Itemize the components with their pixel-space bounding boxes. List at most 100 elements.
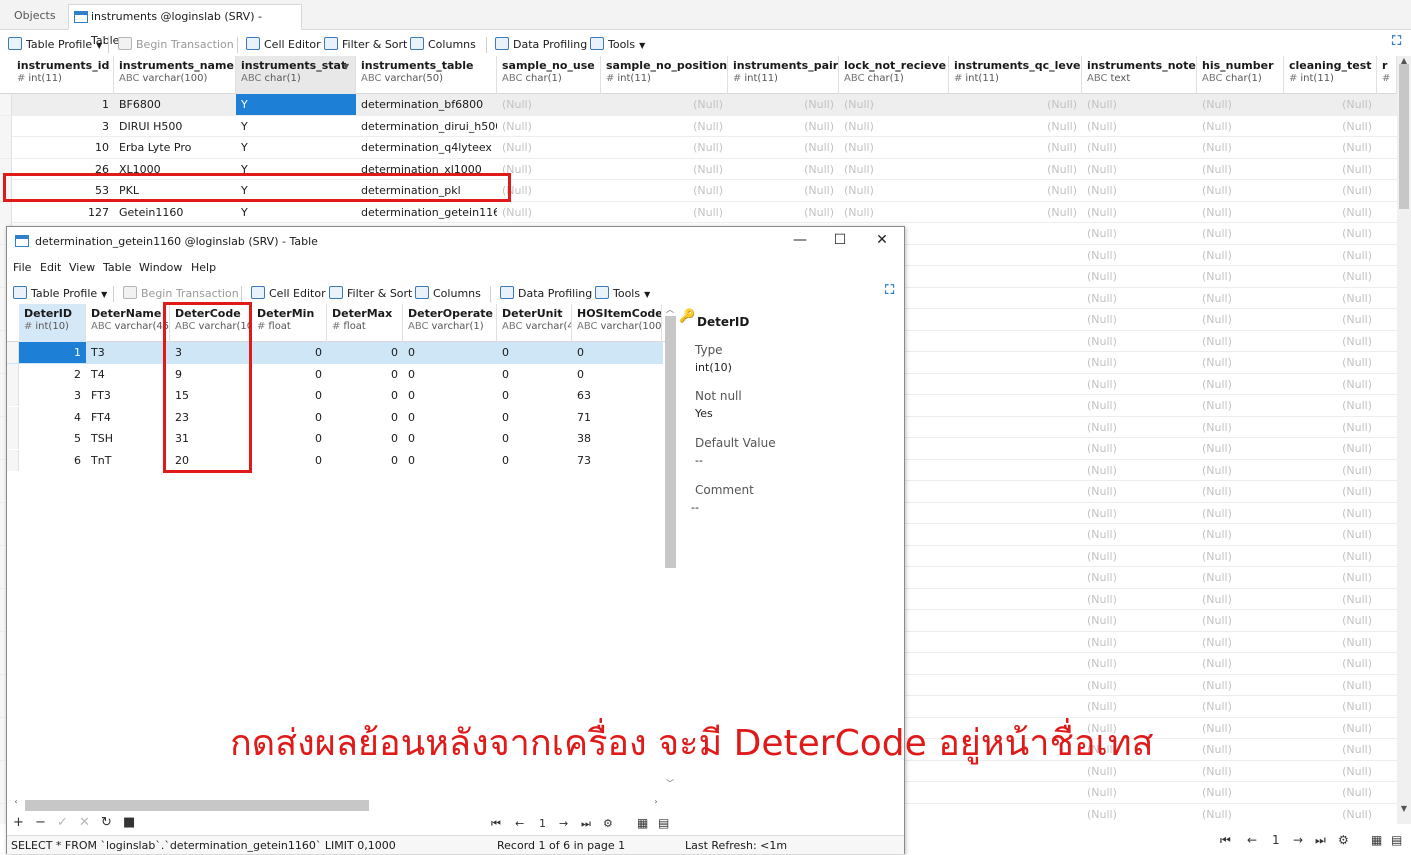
table-cell[interactable]: determination_dirui_h500 bbox=[356, 116, 497, 137]
menu-help[interactable]: Help bbox=[191, 261, 216, 274]
table-cell[interactable]: (Null) bbox=[1284, 288, 1377, 309]
next-page-icon[interactable]: → bbox=[559, 817, 568, 830]
table-row[interactable]: 3 FT3 15 0 0 0 0 63 bbox=[7, 385, 663, 407]
expand-icon[interactable]: ⛶ bbox=[1392, 34, 1401, 49]
column-header[interactable]: DeterUnitABCvarchar(45) bbox=[497, 304, 572, 342]
table-cell[interactable]: 73 bbox=[572, 450, 662, 471]
row-header[interactable] bbox=[0, 115, 12, 137]
table-cell[interactable]: 6 bbox=[19, 450, 86, 471]
table-cell[interactable]: (Null) bbox=[1284, 137, 1377, 158]
minimize-icon[interactable]: — bbox=[785, 232, 815, 248]
table-cell[interactable]: (Null) bbox=[601, 94, 728, 115]
table-cell[interactable]: T4 bbox=[86, 364, 170, 385]
table-cell[interactable]: 0 bbox=[327, 450, 403, 471]
table-cell[interactable]: TSH bbox=[86, 428, 170, 449]
table-cell[interactable]: 0 bbox=[403, 385, 497, 406]
table-cell[interactable]: (Null) bbox=[1284, 309, 1377, 330]
menu-window[interactable]: Window bbox=[139, 261, 182, 274]
table-cell[interactable]: (Null) bbox=[1284, 159, 1377, 180]
table-cell[interactable]: Getein1160 bbox=[114, 202, 236, 223]
column-header[interactable]: DeterID # int(10) bbox=[19, 304, 86, 342]
table-cell[interactable]: determination_bf6800 bbox=[356, 94, 497, 115]
table-cell[interactable]: 0 bbox=[403, 407, 497, 428]
table-cell[interactable]: (Null) bbox=[1082, 417, 1197, 438]
table-cell[interactable]: (Null) bbox=[1082, 589, 1197, 610]
table-cell[interactable]: (Null) bbox=[1284, 266, 1377, 287]
table-cell[interactable]: (Null) bbox=[1082, 137, 1197, 158]
table-cell[interactable]: 0 bbox=[327, 385, 403, 406]
filter-sort-button[interactable]: Filter & Sort bbox=[329, 284, 412, 304]
column-header[interactable]: DeterMax # float bbox=[327, 304, 403, 342]
table-cell[interactable]: 0 bbox=[252, 428, 327, 449]
table-cell[interactable]: (Null) bbox=[1284, 116, 1377, 137]
table-cell[interactable]: (Null) bbox=[1197, 309, 1284, 330]
table-cell[interactable]: 3 bbox=[12, 116, 114, 137]
table-cell[interactable]: 0 bbox=[497, 385, 572, 406]
table-cell[interactable]: 3 bbox=[19, 385, 86, 406]
table-cell[interactable]: (Null) bbox=[1197, 524, 1284, 545]
table-cell[interactable]: (Null) bbox=[1197, 546, 1284, 567]
table-row[interactable]: 4 FT4 23 0 0 0 0 71 bbox=[7, 406, 663, 429]
row-header[interactable] bbox=[7, 428, 19, 449]
row-header[interactable] bbox=[7, 406, 19, 428]
table-cell[interactable]: (Null) bbox=[1082, 567, 1197, 588]
column-header[interactable]: HOSItemCode ABC varchar(100) bbox=[572, 304, 662, 342]
table-cell[interactable]: 1 bbox=[12, 94, 114, 115]
table-cell[interactable]: (Null) bbox=[601, 116, 728, 137]
table-cell[interactable]: (Null) bbox=[1284, 782, 1377, 803]
table-cell[interactable]: BF6800 bbox=[114, 94, 236, 115]
begin-transaction-button[interactable]: Begin Transaction bbox=[123, 284, 239, 304]
table-cell[interactable]: (Null) bbox=[1197, 288, 1284, 309]
table-cell[interactable]: (Null) bbox=[601, 159, 728, 180]
table-cell[interactable]: (Null) bbox=[1197, 180, 1284, 201]
table-cell[interactable]: (Null) bbox=[1197, 266, 1284, 287]
scroll-up-icon[interactable]: ︿ bbox=[663, 304, 677, 315]
table-cell[interactable]: (Null) bbox=[1082, 675, 1197, 696]
table-cell[interactable]: (Null) bbox=[1284, 589, 1377, 610]
table-cell[interactable]: (Null) bbox=[601, 180, 728, 201]
last-page-icon[interactable]: ⏭ bbox=[581, 817, 591, 831]
table-cell[interactable]: determination_q4lyteex bbox=[356, 137, 497, 158]
table-cell[interactable]: (Null) bbox=[1082, 481, 1197, 502]
table-row[interactable]: 1 BF6800 Ydetermination_bf6800 (Null) (Null)… bbox=[0, 94, 1397, 116]
table-row[interactable]: 10 Erba Lyte Pro Ydetermination_q4lyteex (N… bbox=[0, 137, 1397, 159]
table-cell[interactable]: (Null) bbox=[1082, 159, 1197, 180]
scroll-down-icon[interactable]: ▼ bbox=[1397, 804, 1411, 813]
table-cell[interactable]: (Null) bbox=[1082, 782, 1197, 803]
table-cell[interactable]: 0 bbox=[497, 428, 572, 449]
table-cell[interactable]: (Null) bbox=[1284, 546, 1377, 567]
table-cell[interactable]: (Null) bbox=[1197, 159, 1284, 180]
table-cell[interactable]: (Null) bbox=[1284, 761, 1377, 782]
table-cell[interactable]: 0 bbox=[252, 385, 327, 406]
column-header[interactable]: instruments_pair # int(11) bbox=[728, 56, 839, 94]
table-row[interactable]: 3 DIRUI H500 Ydetermination_dirui_h500 (Nul… bbox=[0, 115, 1397, 137]
first-page-icon[interactable]: ⏮ bbox=[1220, 833, 1231, 848]
table-cell[interactable]: (Null) bbox=[1284, 503, 1377, 524]
table-cell[interactable]: (Null) bbox=[497, 180, 601, 201]
table-row[interactable]: 127 Getein1160 Ydetermination_getein1160 (N… bbox=[0, 201, 1397, 223]
table-cell[interactable]: (Null) bbox=[1197, 331, 1284, 352]
column-header[interactable]: instruments_name ABC varchar(100) bbox=[114, 56, 236, 94]
menu-view[interactable]: View bbox=[69, 261, 95, 274]
columns-button[interactable]: Columns bbox=[410, 35, 476, 55]
table-cell[interactable]: 0 bbox=[327, 342, 403, 363]
table-cell[interactable]: (Null) bbox=[1284, 460, 1377, 481]
scroll-thumb[interactable] bbox=[1399, 64, 1409, 209]
table-cell[interactable]: (Null) bbox=[497, 137, 601, 158]
table-cell[interactable]: (Null) bbox=[1284, 610, 1377, 631]
table-cell[interactable]: Y bbox=[236, 94, 356, 115]
table-cell[interactable]: (Null) bbox=[1197, 374, 1284, 395]
scroll-down-icon[interactable]: ﹀ bbox=[663, 778, 677, 789]
table-cell[interactable]: (Null) bbox=[1082, 395, 1197, 416]
table-cell[interactable]: 0 bbox=[403, 364, 497, 385]
table-cell[interactable]: (Null) bbox=[728, 180, 839, 201]
column-header[interactable]: instruments_id # int(11) bbox=[12, 56, 114, 94]
table-cell[interactable]: (Null) bbox=[1082, 202, 1197, 223]
table-cell[interactable]: (Null) bbox=[1284, 352, 1377, 373]
delete-record-icon[interactable]: − bbox=[35, 815, 46, 830]
table-cell[interactable]: (Null) bbox=[949, 180, 1082, 201]
column-header[interactable]: instruments_stat ABC char(1) bbox=[236, 56, 356, 94]
table-cell[interactable]: 0 bbox=[252, 364, 327, 385]
table-cell[interactable]: FT4 bbox=[86, 407, 170, 428]
table-cell[interactable]: (Null) bbox=[1197, 632, 1284, 653]
